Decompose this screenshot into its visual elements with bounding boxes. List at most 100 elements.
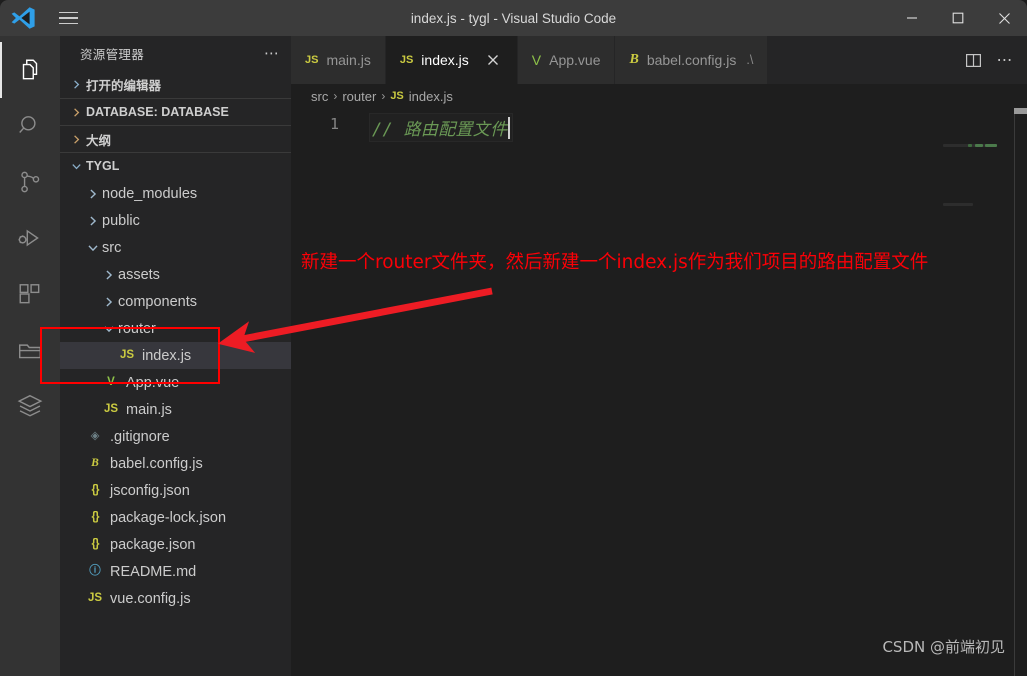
editor-tab-label: index.js <box>421 52 469 68</box>
sidebar-sections: 打开的编辑器 DATABASE: DATABASE 大纲 TYGL <box>60 71 291 179</box>
chevron-right-icon <box>68 104 85 121</box>
chevron-right-icon <box>68 76 85 93</box>
file-type-icon: V <box>531 52 542 68</box>
editor-tab-path-suffix: .\ <box>746 53 754 67</box>
tree-file-package-json[interactable]: {} package.json <box>60 531 291 558</box>
editor-tab-babel-config-js[interactable]: Bbabel.config.js .\ <box>615 36 769 84</box>
code-comment-text: // 路由配置文件 <box>372 120 508 140</box>
tree-item-label: package.json <box>110 536 196 553</box>
tree-item-label: jsconfig.json <box>110 482 190 499</box>
editor-tab-index-js[interactable]: JS index.js <box>385 36 518 84</box>
editor-tab-label: App.vue <box>549 52 601 68</box>
more-actions-icon[interactable]: ⋯ <box>989 43 1021 78</box>
tree-file-babel-config-js[interactable]: Bbabel.config.js <box>60 450 291 477</box>
chevron-down-icon <box>84 239 101 256</box>
code-line-1: // 路由配置文件 <box>369 113 514 142</box>
tree-item-label: src <box>102 239 122 256</box>
tree-folder-components[interactable]: components <box>60 288 291 315</box>
editor-tab-actions: ⋯ <box>957 36 1027 84</box>
editor-tab-app-vue[interactable]: V App.vue <box>517 36 616 84</box>
editor-tab-label: babel.config.js <box>646 52 737 68</box>
activity-item-remote-explorer[interactable] <box>0 322 60 378</box>
editor-tab-main-js[interactable]: JS main.js <box>291 36 386 84</box>
sidebar-title: 资源管理器 <box>80 48 145 62</box>
tree-item-label: node_modules <box>102 185 198 202</box>
sidebar-section-tygl[interactable]: TYGL <box>60 152 291 179</box>
tree-file-readme-md[interactable]: ⓘ README.md <box>60 558 291 585</box>
tree-item-label: public <box>102 212 140 229</box>
breadcrumb: src › router › JS index.js <box>291 84 1027 108</box>
tree-file-package-lock-json[interactable]: {} package-lock.json <box>60 504 291 531</box>
watermark: CSDN @前端初见 <box>882 638 1005 656</box>
tree-file-jsconfig-json[interactable]: {} jsconfig.json <box>60 477 291 504</box>
chevron-right-icon <box>68 131 85 148</box>
file-type-icon: {} <box>91 483 100 496</box>
editor-vertical-scrollbar[interactable] <box>1014 108 1027 676</box>
breadcrumb-item-src[interactable]: src <box>311 89 328 104</box>
sidebar-section-label: DATABASE: DATABASE <box>86 105 229 119</box>
editor-tab-label: main.js <box>326 52 371 68</box>
sidebar-section-open-editors[interactable]: 打开的编辑器 <box>60 71 291 98</box>
text-cursor <box>508 116 511 139</box>
activity-item-run-and-debug[interactable] <box>0 210 60 266</box>
close-icon[interactable] <box>483 50 503 70</box>
breadcrumb-item-router[interactable]: router <box>342 89 376 104</box>
sidebar-section-label: 大纲 <box>86 133 112 148</box>
file-type-icon: B <box>629 52 639 67</box>
tree-folder-src[interactable]: src <box>60 234 291 261</box>
tree-folder-node-modules[interactable]: node_modules <box>60 180 291 207</box>
window-title: index.js - tygl - Visual Studio Code <box>410 10 617 26</box>
activity-item-layers[interactable] <box>0 378 60 434</box>
tree-folder-router[interactable]: router <box>60 315 291 342</box>
sidebar-header: 资源管理器 ⋯ <box>60 36 291 71</box>
tree-file--gitignore[interactable]: ◈ .gitignore <box>60 423 291 450</box>
activity-item-explorer[interactable] <box>0 42 60 98</box>
window-controls <box>889 0 1027 36</box>
vscode-window: index.js - tygl - Visual Studio Code 资源管… <box>0 0 1027 676</box>
title-bar: index.js - tygl - Visual Studio Code <box>0 0 1027 36</box>
more-actions-icon[interactable]: ⋯ <box>261 43 283 65</box>
tree-file-main-js[interactable]: JS main.js <box>60 396 291 423</box>
activity-item-extensions[interactable] <box>0 266 60 322</box>
chevron-right-icon <box>100 293 117 310</box>
file-type-icon: JS <box>87 591 103 604</box>
activity-bar <box>0 36 60 676</box>
file-type-icon: B <box>91 456 99 469</box>
editor-group: JS main.js JS index.js V App.vue Bbabel.config… <box>291 36 1027 676</box>
file-type-icon: {} <box>91 537 100 550</box>
tree-file-vue-config-js[interactable]: JS vue.config.js <box>60 585 291 612</box>
breadcrumb-item-index[interactable]: index.js <box>409 89 453 104</box>
file-type-icon: ◈ <box>90 429 100 442</box>
file-type-icon: {} <box>91 510 100 523</box>
chevron-right-icon <box>84 185 101 202</box>
tree-item-label: .gitignore <box>110 428 170 445</box>
file-tree: node_modulespublic src assets components rou… <box>60 179 291 612</box>
tree-folder-assets[interactable]: assets <box>60 261 291 288</box>
tree-item-label: main.js <box>126 401 172 418</box>
scrollbar-track <box>1014 108 1015 676</box>
line-number: 1 <box>329 115 339 133</box>
sidebar-section-database[interactable]: DATABASE: DATABASE <box>60 98 291 125</box>
tree-folder-public[interactable]: public <box>60 207 291 234</box>
tree-file-index-js[interactable]: JS index.js <box>60 342 291 369</box>
hamburger-menu-icon[interactable] <box>46 0 90 36</box>
minimize-button[interactable] <box>889 0 935 36</box>
file-type-icon: ⓘ <box>89 564 101 577</box>
activity-item-search[interactable] <box>0 98 60 154</box>
file-type-icon: JS <box>103 402 119 415</box>
annotation-instruction-text: 新建一个router文件夹，然后新建一个index.js作为我们项目的路由配置文… <box>301 252 929 273</box>
editor-minimap[interactable] <box>943 108 1013 676</box>
tree-item-label: index.js <box>142 347 192 364</box>
tree-item-label: assets <box>118 266 160 283</box>
split-editor-icon[interactable] <box>957 43 989 78</box>
maximize-button[interactable] <box>935 0 981 36</box>
activity-item-source-control[interactable] <box>0 154 60 210</box>
tree-file-app-vue[interactable]: V App.vue <box>60 369 291 396</box>
code-editor[interactable]: 1 // 路由配置文件 新建一个router文件夹，然后新建一个index.js… <box>291 108 1027 676</box>
scrollbar-thumb[interactable] <box>1014 108 1027 114</box>
tree-item-label: vue.config.js <box>110 590 191 607</box>
sidebar-section-outline[interactable]: 大纲 <box>60 125 291 152</box>
chevron-down-icon <box>100 320 117 337</box>
breadcrumb-separator: › <box>381 89 386 103</box>
close-button[interactable] <box>981 0 1027 36</box>
